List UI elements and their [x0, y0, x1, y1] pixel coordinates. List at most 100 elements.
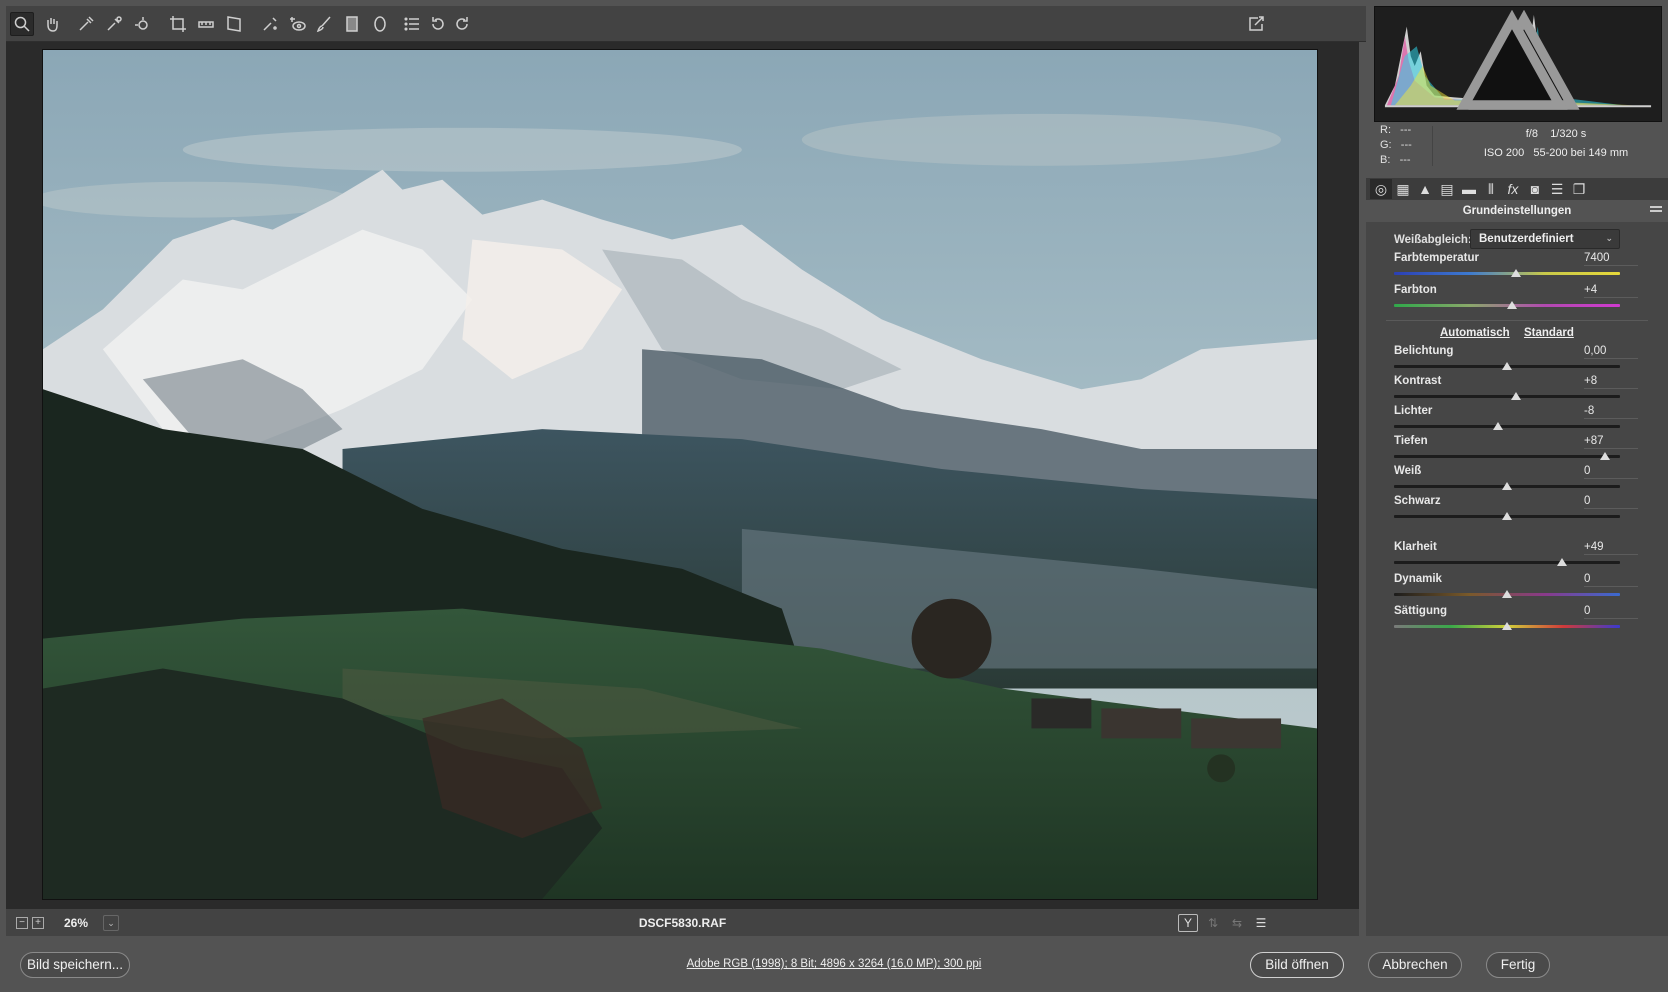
slider-label-sättigung: Sättigung	[1394, 605, 1448, 617]
slider-value-farbton[interactable]: +4	[1584, 284, 1638, 298]
g-readout: G: ---	[1380, 139, 1412, 151]
crop-tool-icon[interactable]	[166, 12, 190, 36]
slider-track-kontrast[interactable]	[1394, 395, 1620, 398]
slider-thumb-sättigung[interactable]	[1502, 622, 1512, 630]
adjustment-brush-tool-icon[interactable]	[312, 12, 336, 36]
swap-settings-icon[interactable]: ⇅	[1202, 913, 1224, 933]
slider-thumb-lichter[interactable]	[1492, 422, 1503, 430]
g-value: ---	[1400, 139, 1412, 151]
slider-label-farbtemperatur: Farbtemperatur	[1394, 252, 1479, 264]
slider-thumb-tiefen[interactable]	[1600, 452, 1611, 460]
right-panel: R: --- G: --- B: --- f/8 1/320 s ISO 200…	[1366, 6, 1668, 936]
rotate-right-icon[interactable]	[450, 12, 474, 36]
tab-camera-calibration-icon[interactable]: ◙	[1524, 179, 1546, 199]
b-label: B:	[1380, 154, 1391, 166]
slider-thumb-farbton[interactable]	[1506, 301, 1517, 309]
slider-thumb-belichtung[interactable]	[1502, 362, 1512, 370]
cancel-button[interactable]: Abbrechen	[1368, 952, 1462, 978]
color-sampler-tool-icon[interactable]	[102, 12, 126, 36]
zoom-tool-icon[interactable]	[10, 12, 34, 36]
shutter-speed: 1/320 s	[1550, 128, 1587, 140]
graduated-filter-tool-icon[interactable]	[340, 12, 364, 36]
panel-title: Grundeinstellungen	[1462, 205, 1572, 217]
slider-label-weiß: Weiß	[1394, 465, 1422, 477]
b-value: ---	[1399, 154, 1411, 166]
bottom-bar: Bild speichern... Adobe RGB (1998); 8 Bi…	[0, 936, 1668, 992]
photo-preview[interactable]	[42, 49, 1318, 900]
auto-link[interactable]: Automatisch	[1440, 327, 1510, 339]
straighten-tool-icon[interactable]	[194, 12, 218, 36]
slider-value-schwarz[interactable]: 0	[1584, 495, 1638, 509]
slider-thumb-farbtemperatur[interactable]	[1511, 269, 1522, 277]
white-balance-select[interactable]: Benutzerdefiniert ⌄	[1470, 229, 1620, 249]
copy-settings-icon[interactable]: ⇆	[1226, 913, 1248, 933]
slider-value-tiefen[interactable]: +87	[1584, 435, 1638, 449]
slider-track-klarheit[interactable]	[1394, 561, 1620, 564]
white-balance-value: Benutzerdefiniert	[1479, 233, 1574, 245]
slider-value-lichter[interactable]: -8	[1584, 405, 1638, 419]
slider-label-klarheit: Klarheit	[1394, 541, 1437, 553]
slider-thumb-dynamik[interactable]	[1502, 590, 1512, 598]
slider-thumb-kontrast[interactable]	[1511, 392, 1522, 400]
slider-track-tiefen[interactable]	[1394, 455, 1620, 458]
slider-label-kontrast: Kontrast	[1394, 375, 1442, 387]
tab-effects-icon[interactable]: fx	[1502, 179, 1524, 199]
slider-track-farbtemperatur[interactable]	[1394, 272, 1620, 275]
hand-tool-icon[interactable]	[40, 12, 64, 36]
default-link[interactable]: Standard	[1524, 327, 1574, 339]
divider	[1386, 320, 1648, 321]
aperture: f/8	[1525, 128, 1538, 140]
slider-thumb-weiß[interactable]	[1502, 482, 1512, 490]
slider-value-weiß[interactable]: 0	[1584, 465, 1638, 479]
done-button[interactable]: Fertig	[1486, 952, 1550, 978]
transform-tool-icon[interactable]	[222, 12, 246, 36]
tab-basic-icon[interactable]: ◎	[1370, 179, 1392, 199]
r-readout: R: ---	[1380, 124, 1411, 136]
tab-hsl-icon[interactable]: ▤	[1436, 179, 1458, 199]
highlight-clipping-icon[interactable]	[1369, 10, 1655, 124]
slider-value-klarheit[interactable]: +49	[1584, 541, 1638, 555]
preview-status-bar: − + 26% ⌄ DSCF5830.RAF Y ⇅ ⇆ ☰	[6, 908, 1359, 936]
before-after-label: Y	[1183, 916, 1192, 930]
tab-detail-icon[interactable]: ▲	[1414, 179, 1436, 199]
radial-filter-tool-icon[interactable]	[368, 12, 392, 36]
targeted-adjustment-tool-icon[interactable]	[130, 12, 154, 36]
chevron-down-icon: ⌄	[1605, 233, 1613, 243]
r-value: ---	[1400, 124, 1412, 136]
tab-lens-corrections-icon[interactable]: ⦀	[1480, 179, 1502, 199]
rotate-left-icon[interactable]	[426, 12, 450, 36]
iso: ISO 200	[1483, 147, 1525, 159]
preferences-list-icon[interactable]	[400, 12, 424, 36]
view-settings-icon[interactable]: ☰	[1250, 913, 1272, 933]
slider-track-lichter[interactable]	[1394, 425, 1620, 428]
panel-menu-icon[interactable]	[1650, 206, 1662, 215]
tab-split-toning-icon[interactable]: ▬	[1458, 179, 1480, 199]
slider-value-kontrast[interactable]: +8	[1584, 375, 1638, 389]
before-after-toggle[interactable]: Y	[1178, 914, 1198, 932]
slider-thumb-klarheit[interactable]	[1557, 558, 1568, 566]
basic-panel: Weißabgleich: Benutzerdefiniert ⌄ Farbtem…	[1366, 222, 1668, 936]
filename: DSCF5830.RAF	[638, 916, 727, 930]
r-label: R:	[1380, 124, 1391, 136]
slider-value-belichtung[interactable]: 0,00	[1584, 345, 1638, 359]
slider-value-dynamik[interactable]: 0	[1584, 573, 1638, 587]
open-image-button[interactable]: Bild öffnen	[1250, 952, 1344, 978]
tab-presets-icon[interactable]: ☰	[1546, 179, 1568, 199]
lens-info: 55-200 bei 149 mm	[1533, 147, 1629, 159]
slider-label-dynamik: Dynamik	[1394, 573, 1442, 585]
fullscreen-toggle-icon[interactable]	[1244, 12, 1268, 36]
tab-snapshots-icon[interactable]: ❐	[1568, 179, 1590, 199]
slider-thumb-schwarz[interactable]	[1502, 512, 1512, 520]
red-eye-tool-icon[interactable]	[286, 12, 310, 36]
slider-value-farbtemperatur[interactable]: 7400	[1584, 252, 1638, 266]
info-panel: R: --- G: --- B: --- f/8 1/320 s ISO 200…	[1366, 124, 1668, 176]
slider-label-tiefen: Tiefen	[1394, 435, 1428, 447]
spot-removal-tool-icon[interactable]	[258, 12, 282, 36]
slider-label-farbton: Farbton	[1394, 284, 1437, 296]
slider-value-sättigung[interactable]: 0	[1584, 605, 1638, 619]
white-balance-tool-icon[interactable]	[74, 12, 98, 36]
exif-row-2: ISO 200 55-200 bei 149 mm	[1456, 147, 1656, 159]
b-readout: B: ---	[1380, 154, 1411, 166]
slider-label-schwarz: Schwarz	[1394, 495, 1441, 507]
tab-tone-curve-icon[interactable]: ▦	[1392, 179, 1414, 199]
